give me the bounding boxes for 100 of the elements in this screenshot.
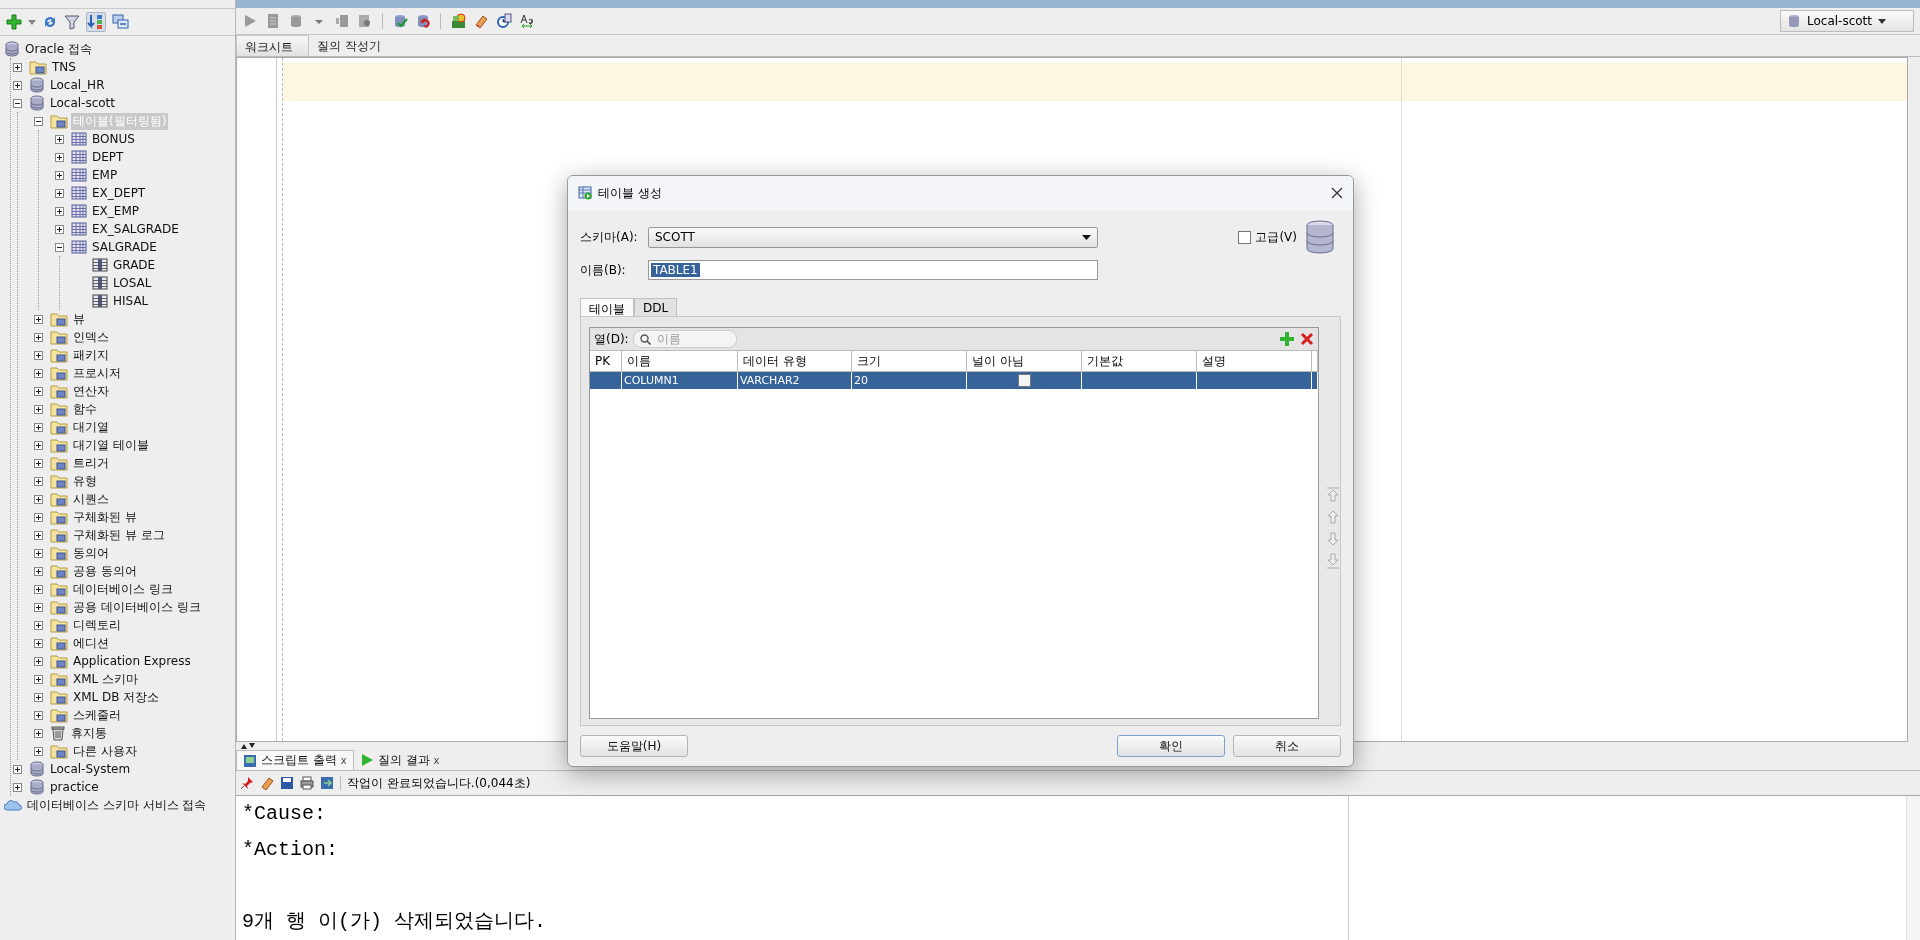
tree-item[interactable]: 연산자	[71, 382, 111, 400]
tree-item[interactable]: DEPT	[90, 150, 126, 164]
pin-icon[interactable]	[240, 776, 254, 790]
connection-dropdown[interactable]: Local-scott	[1780, 10, 1914, 32]
tree-item[interactable]: EMP	[90, 168, 120, 182]
tree-item[interactable]: 구체화된 뷰	[71, 508, 139, 526]
expand-toggle[interactable]	[55, 170, 64, 180]
expand-toggle[interactable]	[13, 62, 22, 72]
tree-item[interactable]: EX_EMP	[90, 204, 141, 218]
expand-toggle[interactable]	[34, 404, 43, 414]
expand-toggle[interactable]	[34, 566, 43, 576]
expand-toggle[interactable]	[34, 314, 43, 324]
expand-toggle[interactable]	[13, 764, 22, 774]
expand-toggle[interactable]	[34, 656, 43, 666]
expand-toggle[interactable]	[34, 422, 43, 432]
tree-item[interactable]: 에디션	[71, 634, 111, 652]
tree-item[interactable]: 다른 사용자	[71, 742, 139, 760]
tree-item[interactable]: 대기열 테이블	[71, 436, 151, 454]
tree-item[interactable]: 프로시저	[71, 364, 123, 382]
column-header[interactable]: 크기	[852, 351, 967, 372]
tree-item[interactable]: 시퀀스	[71, 490, 111, 508]
close-icon[interactable]	[1331, 187, 1343, 199]
splitter-arrows-icon[interactable]	[240, 742, 256, 750]
tree-item[interactable]: BONUS	[90, 132, 137, 146]
expand-toggle[interactable]	[34, 728, 43, 738]
expand-toggle[interactable]	[34, 638, 43, 648]
tree-item[interactable]: EX_SALGRADE	[90, 222, 181, 236]
save-icon[interactable]	[280, 776, 294, 790]
column-header[interactable]: 이름	[622, 351, 738, 372]
tree-item[interactable]: 유형	[71, 472, 99, 490]
caret-icon[interactable]	[28, 19, 36, 25]
dialog-button[interactable]: 취소	[1233, 735, 1341, 757]
tree-item[interactable]: 대기열	[71, 418, 111, 436]
editor-tab[interactable]: 질의 작성기	[309, 35, 390, 56]
sql-icon[interactable]	[450, 13, 466, 29]
output-tab[interactable]: 스크립트 출력 x	[236, 750, 354, 770]
tree-item[interactable]: SALGRADE	[90, 240, 159, 254]
column-header[interactable]: 기본값	[1082, 351, 1197, 372]
dialog-tab[interactable]: DDL	[634, 298, 678, 316]
expand-toggle[interactable]	[34, 692, 43, 702]
expand-toggle[interactable]	[55, 152, 64, 162]
expand-toggle[interactable]	[13, 782, 22, 792]
eraser-icon[interactable]	[473, 13, 489, 29]
tree-item[interactable]: Oracle 접속	[23, 40, 94, 58]
expand-toggle[interactable]	[34, 620, 43, 630]
tree-item[interactable]: 데이터베이스 스키마 서비스 접속	[25, 796, 209, 814]
editor-tab[interactable]: 워크시트	[236, 35, 309, 56]
tree-item[interactable]: Local_HR	[48, 78, 107, 92]
tree-item[interactable]: practice	[48, 780, 101, 794]
font-case-icon[interactable]	[519, 13, 535, 29]
expand-toggle[interactable]	[13, 80, 22, 90]
dialog-tab[interactable]: 테이블	[580, 298, 634, 316]
rollback-icon[interactable]	[415, 13, 431, 29]
column-header[interactable]: PK	[590, 351, 622, 372]
expand-toggle[interactable]	[34, 116, 43, 126]
tree-item[interactable]: 스케줄러	[71, 706, 123, 724]
expand-toggle[interactable]	[34, 350, 43, 360]
scrollbar[interactable]	[1906, 796, 1920, 940]
expand-toggle[interactable]	[34, 710, 43, 720]
tree-item[interactable]: 트리거	[71, 454, 111, 472]
expand-toggle[interactable]	[34, 512, 43, 522]
tree-item[interactable]: 공용 데이터베이스 링크	[71, 598, 203, 616]
tree-item[interactable]: GRADE	[111, 258, 158, 272]
export-icon[interactable]	[320, 776, 334, 790]
commit-icon[interactable]	[392, 13, 408, 29]
tree-item[interactable]: 패키지	[71, 346, 111, 364]
tree-item[interactable]: Local-scott	[48, 96, 118, 110]
expand-toggle[interactable]	[34, 746, 43, 756]
expand-toggle[interactable]	[34, 458, 43, 468]
expand-toggle[interactable]	[34, 674, 43, 684]
checkbox[interactable]	[1238, 230, 1252, 244]
add-icon[interactable]	[6, 14, 22, 30]
tree-item[interactable]: LOSAL	[111, 276, 154, 290]
output-tab[interactable]: 질의 결과 x	[353, 750, 446, 770]
expand-toggle[interactable]	[13, 98, 22, 108]
expand-toggle[interactable]	[34, 368, 43, 378]
expand-toggle[interactable]	[34, 332, 43, 342]
print-icon[interactable]	[300, 776, 314, 790]
refresh-icon[interactable]	[42, 14, 58, 30]
tree-item[interactable]: 함수	[71, 400, 99, 418]
tree-item[interactable]: EX_DEPT	[90, 186, 148, 200]
expand-toggle[interactable]	[55, 242, 64, 252]
expand-toggle[interactable]	[34, 548, 43, 558]
expand-toggle[interactable]	[34, 584, 43, 594]
tree-item[interactable]: TNS	[50, 60, 78, 74]
column-header[interactable]: 널이 아님	[967, 351, 1082, 372]
tree-item[interactable]: 구체화된 뷰 로그	[71, 526, 167, 544]
expand-toggle[interactable]	[34, 440, 43, 450]
expand-toggle[interactable]	[34, 476, 43, 486]
close-tab-button[interactable]: x	[340, 755, 347, 766]
tree-item[interactable]: 뷰	[71, 310, 87, 328]
delete-icon[interactable]	[1300, 332, 1314, 346]
filter-icon[interactable]	[64, 14, 80, 30]
expand-toggle[interactable]	[55, 206, 64, 216]
tree-item[interactable]: HISAL	[111, 294, 151, 308]
tree-item[interactable]: 공용 동의어	[71, 562, 139, 580]
dialog-button[interactable]: 도움말(H)	[580, 735, 688, 757]
expand-toggle[interactable]	[34, 386, 43, 396]
history-icon[interactable]	[496, 13, 512, 29]
expand-toggle[interactable]	[55, 188, 64, 198]
